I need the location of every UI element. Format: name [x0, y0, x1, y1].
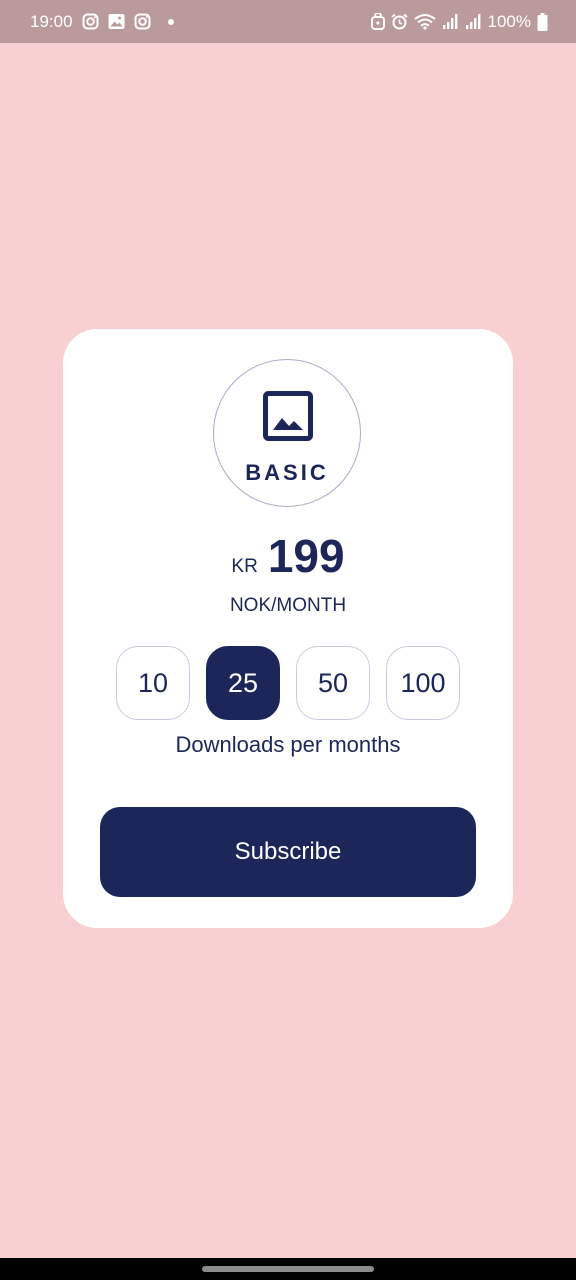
price-currency: KR: [231, 556, 258, 577]
signal-icon: [442, 13, 459, 30]
download-option-10[interactable]: 10: [116, 646, 190, 720]
download-option-25[interactable]: 25: [206, 646, 280, 720]
notification-dot-icon: [167, 18, 174, 25]
wifi-icon: [413, 13, 436, 30]
downloads-caption: Downloads per months: [175, 732, 401, 757]
signal-icon: [465, 13, 482, 30]
plan-card: BASIC KR 199 NOK/MONTH 10 25 50 100 Downl…: [63, 329, 513, 928]
plan-badge: BASIC: [213, 359, 361, 507]
battery-percent: 100%: [487, 11, 531, 31]
status-left: 19:00: [30, 12, 174, 32]
gallery-icon: [108, 13, 125, 30]
price-row: KR 199: [63, 529, 513, 583]
instagram-icon: [82, 13, 99, 30]
vpn-lock-icon: [370, 13, 385, 30]
status-right: 100%: [370, 11, 548, 32]
status-time: 19:00: [30, 11, 73, 31]
plan-name: BASIC: [245, 460, 329, 485]
instagram-icon: [134, 13, 151, 30]
subscribe-button[interactable]: Subscribe: [100, 807, 476, 897]
alarm-icon: [390, 13, 408, 30]
navigation-bar: [0, 1258, 576, 1280]
image-icon: [263, 391, 313, 446]
battery-icon: [537, 12, 548, 31]
download-option-100[interactable]: 100: [386, 646, 460, 720]
price-period: NOK/MONTH: [229, 595, 347, 616]
download-option-50[interactable]: 50: [296, 646, 370, 720]
status-bar: 19:00 100%: [0, 0, 576, 43]
home-handle[interactable]: [202, 1266, 374, 1272]
download-options: 10 25 50 100: [116, 646, 460, 720]
price-amount: 199: [267, 530, 345, 582]
